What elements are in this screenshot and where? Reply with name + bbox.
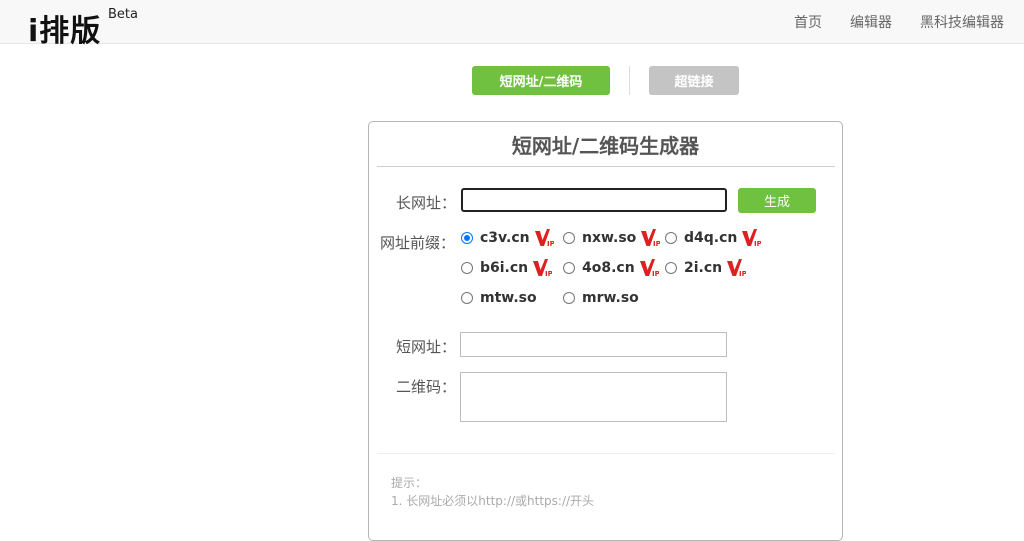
qr-code-label: 二维码： <box>396 378 457 396</box>
vip-icon: IP <box>727 259 746 278</box>
svg-text:IP: IP <box>653 240 660 248</box>
prefix-domain-label: c3v.cn <box>480 230 530 246</box>
prefix-option-2i[interactable]: 2i.cn IP <box>665 258 746 278</box>
short-url-label: 短网址： <box>396 338 457 356</box>
prefix-domain-label: mtw.so <box>480 290 537 306</box>
prefix-option-4o8[interactable]: 4o8.cn IP <box>563 258 659 278</box>
svg-text:IP: IP <box>545 270 552 278</box>
prefix-option-nxw[interactable]: nxw.so IP <box>563 228 660 248</box>
prefix-domain-label: nxw.so <box>582 230 637 246</box>
radio-button[interactable] <box>563 262 575 274</box>
vip-icon: IP <box>534 229 554 248</box>
svg-text:IP: IP <box>547 240 554 248</box>
vip-icon: IP <box>641 229 660 248</box>
prefix-domain-label: b6i.cn <box>480 260 529 276</box>
svg-text:IP: IP <box>754 240 761 248</box>
radio-button[interactable] <box>461 292 473 304</box>
generator-panel: 短网址/二维码生成器 长网址： 生成 网址前缀： c3v.cn IP nxw.s… <box>368 121 843 541</box>
tips-heading: 提示： <box>391 476 428 490</box>
radio-button[interactable] <box>665 232 677 244</box>
logo-text: i排版 <box>28 14 102 49</box>
nav-editor-link[interactable]: 编辑器 <box>850 12 892 32</box>
prefix-option-c3v[interactable]: c3v.cn IP <box>461 228 554 248</box>
long-url-input[interactable] <box>461 188 727 212</box>
radio-button[interactable] <box>563 232 575 244</box>
nav-tech-editor-link[interactable]: 黑科技编辑器 <box>920 12 1004 32</box>
qr-code-output[interactable] <box>460 372 727 422</box>
nav-home-link[interactable]: 首页 <box>794 12 822 32</box>
prefix-domain-label: 2i.cn <box>684 260 723 276</box>
logo-beta-badge: Beta <box>108 7 138 22</box>
panel-title: 短网址/二维码生成器 <box>511 133 700 158</box>
tips-divider <box>377 453 835 454</box>
radio-button[interactable] <box>563 292 575 304</box>
short-url-output[interactable] <box>460 332 727 357</box>
radio-button[interactable] <box>665 262 677 274</box>
svg-text:IP: IP <box>652 270 659 278</box>
radio-button[interactable] <box>461 232 473 244</box>
vip-icon: IP <box>533 259 552 278</box>
prefix-option-mrw[interactable]: mrw.so <box>563 288 639 308</box>
top-nav-bar: i排版 Beta 首页 编辑器 黑科技编辑器 <box>0 0 1024 49</box>
long-url-label: 长网址： <box>396 194 457 212</box>
prefix-domain-label: mrw.so <box>582 290 639 306</box>
prefix-option-mtw[interactable]: mtw.so <box>461 288 537 308</box>
tab-hyperlink[interactable]: 超链接 <box>649 66 739 95</box>
svg-text:IP: IP <box>739 270 746 278</box>
vip-icon: IP <box>742 229 761 248</box>
tab-short-url-qr[interactable]: 短网址/二维码 <box>472 66 610 95</box>
prefix-domain-label: d4q.cn <box>684 230 738 246</box>
main-nav: 首页 编辑器 黑科技编辑器 <box>766 0 1004 44</box>
prefix-option-b6i[interactable]: b6i.cn IP <box>461 258 552 278</box>
tips-line-1: 1. 长网址必须以http://或https://开头 <box>391 494 595 508</box>
title-divider <box>377 166 835 167</box>
prefix-domain-label: 4o8.cn <box>582 260 635 276</box>
radio-button[interactable] <box>461 262 473 274</box>
prefix-label: 网址前缀： <box>380 234 456 252</box>
generate-button[interactable]: 生成 <box>738 188 816 213</box>
vip-icon: IP <box>639 259 659 278</box>
tab-divider <box>629 66 630 95</box>
tips-section: 提示： 1. 长网址必须以http://或https://开头 <box>391 474 594 510</box>
prefix-option-d4q[interactable]: d4q.cn IP <box>665 228 761 248</box>
